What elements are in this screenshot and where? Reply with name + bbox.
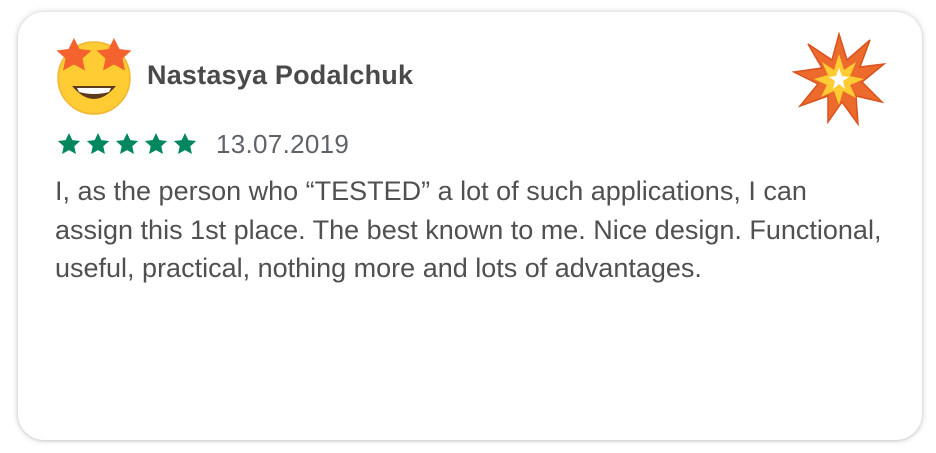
star-icon [173,132,197,154]
review-card: Nastasya Podalchuk 13.07.2019 I, as the … [18,12,922,440]
reviewer-name: Nastasya Podalchuk [147,60,414,90]
star-struck-emoji-icon [52,32,136,116]
star-rating [56,131,198,157]
review-date: 13.07.2019 [216,128,350,159]
star-icon [144,132,168,154]
rating-row: 13.07.2019 [56,128,350,159]
star-icon [115,132,139,154]
review-text: I, as the person who “TESTED” a lot of s… [55,176,882,283]
star-icon [57,132,81,154]
collision-burst-icon [792,32,886,126]
star-icon [86,132,110,154]
